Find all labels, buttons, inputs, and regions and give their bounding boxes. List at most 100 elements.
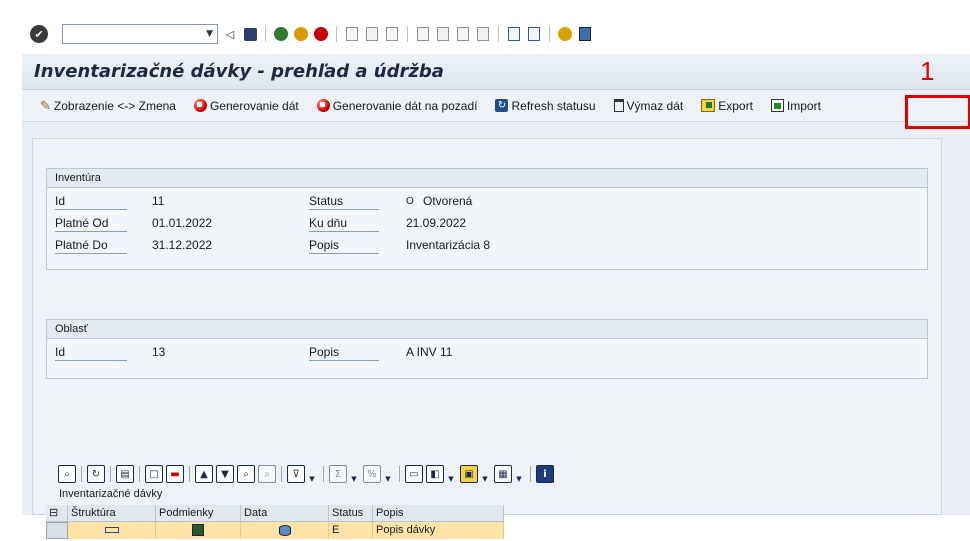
toggle-display-change-button[interactable]: ✎ Zobrazenie <-> Zmena bbox=[36, 94, 180, 118]
print-grid-icon[interactable]: ▭ bbox=[405, 465, 423, 483]
generate-background-button[interactable]: Generovanie dát na pozadí bbox=[313, 94, 482, 118]
refresh-status-button[interactable]: ↻ Refresh statusu bbox=[491, 94, 599, 118]
generate-bg-label: Generovanie dát na pozadí bbox=[332, 98, 478, 113]
command-field[interactable]: ▼ bbox=[62, 24, 218, 44]
views-dropdown-icon[interactable]: ▼ bbox=[447, 465, 455, 483]
annotation-marker: 1 bbox=[920, 56, 935, 86]
generate-data-button[interactable]: Generovanie dát bbox=[190, 94, 303, 118]
main-panel: Inventarizačné dávky - prehľad a údržba … bbox=[22, 54, 970, 539]
save-icon[interactable] bbox=[242, 26, 258, 42]
separator bbox=[336, 26, 337, 42]
refresh-label: Refresh statusu bbox=[511, 98, 596, 113]
column-header-status[interactable]: Status bbox=[329, 505, 373, 522]
check-icon[interactable]: ✔ bbox=[30, 25, 48, 43]
cancel-icon[interactable] bbox=[313, 26, 329, 42]
separator bbox=[139, 466, 140, 482]
subtotal-icon[interactable]: % bbox=[363, 465, 381, 483]
new-session-icon[interactable] bbox=[506, 26, 522, 42]
print-icon[interactable] bbox=[344, 26, 360, 42]
description-label: Popis bbox=[309, 238, 379, 254]
toggle-label: Zobrazenie <-> Zmena bbox=[53, 98, 176, 113]
delete-row-icon[interactable]: ▬ bbox=[166, 465, 184, 483]
last-page-icon[interactable] bbox=[475, 26, 491, 42]
table-row[interactable]: E Popis dávky bbox=[46, 522, 516, 539]
system-toolbar: ✔ ▼ ◁ bbox=[0, 0, 970, 52]
sum-dropdown-icon[interactable]: ▼ bbox=[350, 465, 358, 483]
column-header-description[interactable]: Popis bbox=[373, 505, 504, 522]
separator bbox=[189, 466, 190, 482]
sort-ascending-icon[interactable]: ▲ bbox=[195, 465, 213, 483]
details-icon[interactable]: ⌕ bbox=[58, 465, 76, 483]
inventura-row-1: Id 11 Status O Otvorená bbox=[47, 191, 927, 213]
subtotal-dropdown-icon[interactable]: ▼ bbox=[384, 465, 392, 483]
nav-back-icon[interactable] bbox=[273, 26, 289, 42]
status-label: Status bbox=[309, 194, 379, 210]
grid-header-row: ⊟ Štruktúra Podmienky Data Status Popis bbox=[46, 505, 516, 522]
first-page-icon[interactable] bbox=[415, 26, 431, 42]
export-icon bbox=[701, 99, 716, 112]
export-grid-icon[interactable]: ▣ bbox=[460, 465, 478, 483]
paste-icon[interactable]: ▤ bbox=[116, 465, 134, 483]
back-icon[interactable]: ◁ bbox=[222, 26, 238, 42]
export-dropdown-icon[interactable]: ▼ bbox=[481, 465, 489, 483]
column-header-conditions[interactable]: Podmienky bbox=[156, 505, 241, 522]
separator bbox=[549, 26, 550, 42]
refresh-grid-icon[interactable]: ↻ bbox=[87, 465, 105, 483]
row-status: E bbox=[329, 522, 373, 539]
layout-dropdown-icon[interactable]: ▼ bbox=[515, 465, 523, 483]
grid-title: Inventarizačné dávky bbox=[59, 488, 163, 500]
valid-from-value: 01.01.2022 bbox=[152, 216, 213, 230]
page-title: Inventarizačné dávky - prehľad a údržba bbox=[34, 61, 444, 82]
separator bbox=[81, 466, 82, 482]
description-value: Inventarizácia 8 bbox=[406, 238, 491, 252]
import-icon bbox=[770, 99, 784, 112]
find-next-icon[interactable] bbox=[384, 26, 400, 42]
trash-icon bbox=[613, 99, 624, 112]
area-description-value: A INV 11 bbox=[406, 345, 453, 359]
content-area: Inventúra Id 11 Status O Otvorená Platné… bbox=[32, 138, 942, 539]
inventura-title: Inventúra bbox=[47, 169, 927, 188]
select-all-icon[interactable]: ⊟ bbox=[46, 505, 68, 522]
filter-icon[interactable]: ⊽ bbox=[287, 465, 305, 483]
export-button[interactable]: Export bbox=[697, 94, 757, 118]
exit-icon[interactable] bbox=[293, 26, 309, 42]
find-grid-icon[interactable]: ⌕ bbox=[237, 465, 255, 483]
separator bbox=[265, 26, 266, 42]
sort-descending-icon[interactable]: ▼ bbox=[216, 465, 234, 483]
oblast-title: Oblasť bbox=[47, 320, 927, 339]
oblast-row-1: Id 13 Popis A INV 11 bbox=[47, 342, 927, 364]
generate-label: Generovanie dát bbox=[209, 98, 299, 113]
find-icon[interactable] bbox=[364, 26, 380, 42]
oblast-group: Oblasť Id 13 Popis A INV 11 bbox=[46, 319, 928, 379]
pencil-glasses-icon: ✎ bbox=[40, 97, 51, 113]
sum-icon[interactable]: Σ bbox=[329, 465, 347, 483]
application-toolbar: ✎ Zobrazenie <-> Zmena Generovanie dát G… bbox=[22, 90, 970, 122]
layout-icon[interactable] bbox=[577, 26, 593, 42]
import-button[interactable]: Import bbox=[767, 94, 825, 118]
next-page-icon[interactable] bbox=[455, 26, 471, 42]
structure-icon[interactable] bbox=[68, 522, 156, 539]
alv-toolbar: ⌕ ↻ ▤ □ ▬ ▲ ▼ ⌕ ⌕ ⊽ ▼ Σ ▼ % ▼ ▭ ◧ ▼ ▣ ▼ … bbox=[58, 463, 554, 485]
views-icon[interactable]: ◧ bbox=[426, 465, 444, 483]
layout-grid-icon[interactable]: ▦ bbox=[494, 465, 512, 483]
separator bbox=[530, 466, 531, 482]
column-header-structure[interactable]: Štruktúra bbox=[68, 505, 156, 522]
delete-data-button[interactable]: Výmaz dát bbox=[610, 94, 688, 118]
filter-dropdown-icon[interactable]: ▼ bbox=[308, 465, 316, 483]
help-icon[interactable] bbox=[557, 26, 573, 42]
separator bbox=[498, 26, 499, 42]
column-header-data[interactable]: Data bbox=[241, 505, 329, 522]
row-selector[interactable] bbox=[46, 522, 68, 539]
inventura-group: Inventúra Id 11 Status O Otvorená Platné… bbox=[46, 168, 928, 270]
area-description-label: Popis bbox=[309, 345, 379, 361]
new-row-icon[interactable]: □ bbox=[145, 465, 163, 483]
info-icon[interactable]: i bbox=[536, 465, 554, 483]
inventura-row-3: Platné Do 31.12.2022 Popis Inventarizáci… bbox=[47, 235, 927, 257]
prev-page-icon[interactable] bbox=[435, 26, 451, 42]
separator bbox=[323, 466, 324, 482]
area-id-label: Id bbox=[55, 345, 127, 361]
find-next-grid-icon[interactable]: ⌕ bbox=[258, 465, 276, 483]
conditions-icon[interactable] bbox=[156, 522, 241, 539]
shortcut-icon[interactable] bbox=[526, 26, 542, 42]
data-icon[interactable] bbox=[241, 522, 329, 539]
